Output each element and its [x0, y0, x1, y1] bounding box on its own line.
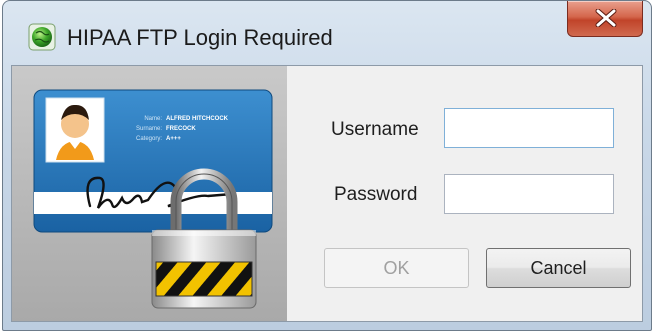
dialog-body: Name: ALFRED HITCHCOCK Surname: FRECOCK …	[11, 65, 643, 322]
username-label: Username	[331, 119, 419, 140]
close-button[interactable]	[567, 1, 643, 37]
title-bar[interactable]: HIPAA FTP Login Required	[3, 1, 651, 65]
app-globe-icon	[28, 23, 56, 51]
close-x-icon	[595, 9, 617, 27]
login-dialog-window: HIPAA FTP Login Required Name: ALFRED HI…	[2, 0, 652, 331]
card-name-value: ALFRED HITCHCOCK	[166, 116, 229, 122]
card-category-value: A+++	[166, 136, 181, 142]
ok-button[interactable]: OK	[324, 248, 469, 288]
password-input[interactable]	[444, 174, 614, 214]
card-name-label: Name:	[144, 116, 162, 122]
card-surname-label: Surname:	[136, 126, 162, 132]
cancel-button[interactable]: Cancel	[486, 248, 631, 288]
card-surname-value: FRECOCK	[166, 126, 196, 132]
window-title: HIPAA FTP Login Required	[67, 25, 333, 50]
card-category-label: Category:	[136, 136, 162, 142]
username-input[interactable]	[444, 108, 614, 148]
password-label: Password	[334, 184, 418, 205]
id-card-lock-illustration: Name: ALFRED HITCHCOCK Surname: FRECOCK …	[12, 66, 287, 321]
